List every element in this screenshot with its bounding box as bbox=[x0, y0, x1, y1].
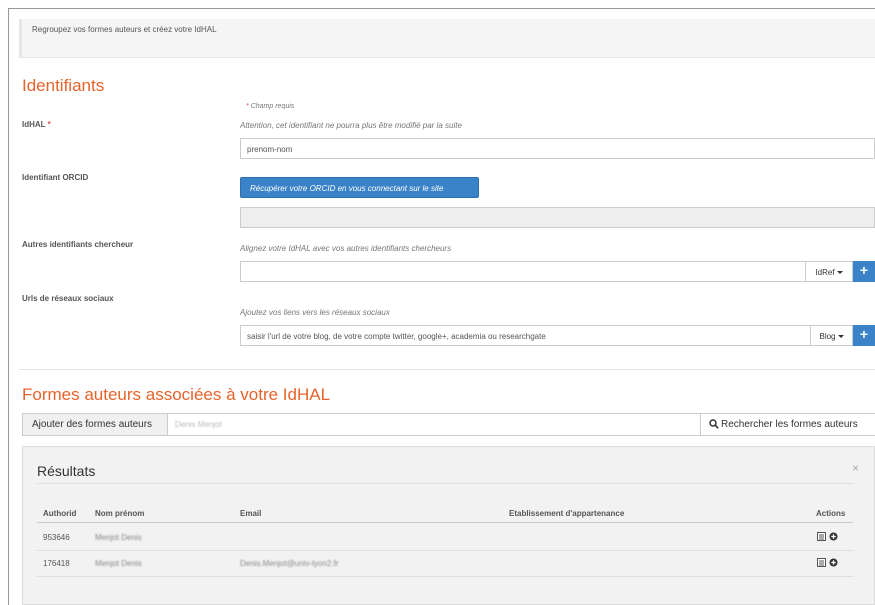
add-url-button[interactable]: + bbox=[853, 325, 875, 346]
add-circle-icon[interactable] bbox=[829, 558, 838, 567]
col-header-authorid: Authorid bbox=[43, 509, 77, 518]
autres-identifiants-input[interactable] bbox=[240, 261, 806, 282]
idhal-help: Attention, cet identifiant ne pourra plu… bbox=[240, 121, 462, 130]
cell-authorid: 953646 bbox=[43, 533, 70, 542]
idhal-input-value: prenom-nom bbox=[247, 145, 293, 154]
rechercher-formes-button[interactable]: Rechercher les formes auteurs bbox=[700, 413, 875, 436]
search-icon bbox=[709, 419, 719, 429]
divider bbox=[37, 576, 853, 577]
section-title-identifiants: Identifiants bbox=[22, 76, 105, 95]
idhal-label: IdHAL * bbox=[22, 120, 51, 129]
col-header-actions: Actions bbox=[816, 509, 846, 518]
section-title-formes-auteurs: Formes auteurs associées à votre IdHAL bbox=[22, 385, 331, 404]
cell-nom: Menjot Denis bbox=[95, 559, 142, 568]
cell-nom: Menjot Denis bbox=[95, 533, 142, 542]
divider bbox=[37, 522, 853, 523]
add-identifiant-button[interactable]: + bbox=[853, 261, 875, 282]
required-star: * bbox=[246, 103, 249, 110]
col-header-email: Email bbox=[240, 509, 262, 518]
ajouter-formes-label: Ajouter des formes auteurs bbox=[23, 414, 168, 435]
divider bbox=[19, 57, 875, 58]
autres-identifiants-label: Autres identifiants chercheur bbox=[22, 240, 134, 249]
col-header-nom: Nom prénom bbox=[95, 509, 145, 518]
orcid-label: Identifiant ORCID bbox=[22, 173, 89, 182]
caret-down-icon bbox=[836, 271, 843, 275]
list-icon[interactable] bbox=[817, 532, 826, 541]
intro-banner: Regroupez vos formes auteurs et créez vo… bbox=[19, 19, 875, 57]
results-title: Résultats bbox=[37, 463, 96, 479]
formes-search-input[interactable]: Denis Menjot bbox=[175, 420, 222, 429]
urls-reseaux-placeholder: saisir l'url de votre blog, de votre com… bbox=[247, 332, 546, 341]
close-icon[interactable]: × bbox=[852, 461, 859, 475]
urls-reseaux-help: Ajoutez vos liens vers les réseaux socia… bbox=[240, 308, 390, 317]
idref-dropdown[interactable]: IdRef bbox=[805, 261, 853, 282]
cell-authorid: 176418 bbox=[43, 559, 70, 568]
add-circle-icon[interactable] bbox=[829, 532, 838, 541]
row-actions bbox=[817, 558, 838, 569]
col-header-etablissement: Etablissement d'appartenance bbox=[509, 509, 625, 518]
divider bbox=[37, 483, 853, 484]
results-panel: Résultats × Authorid Nom prénom Email Et… bbox=[22, 446, 875, 605]
required-note: * Champ requis bbox=[246, 103, 295, 110]
caret-down-icon bbox=[837, 335, 844, 339]
cell-email: Denis.Menjot@univ-lyon2.fr bbox=[240, 559, 339, 568]
autres-identifiants-help: Alignez votre IdHAL avec vos autres iden… bbox=[240, 244, 452, 253]
divider bbox=[37, 550, 853, 551]
orcid-connect-button[interactable]: Récupérer votre ORCID en vous connectant… bbox=[240, 177, 479, 198]
urls-reseaux-input[interactable]: saisir l'url de votre blog, de votre com… bbox=[240, 325, 811, 346]
idhal-input[interactable]: prenom-nom bbox=[240, 138, 875, 159]
formes-auteurs-search-bar: Ajouter des formes auteurs Denis Menjot … bbox=[22, 413, 875, 436]
orcid-input bbox=[240, 207, 875, 228]
divider bbox=[19, 369, 875, 370]
blog-dropdown[interactable]: Blog bbox=[810, 325, 853, 346]
list-icon[interactable] bbox=[817, 558, 826, 567]
urls-reseaux-label: Urls de réseaux sociaux bbox=[22, 294, 114, 303]
intro-text: Regroupez vos formes auteurs et créez vo… bbox=[32, 25, 217, 34]
row-actions bbox=[817, 532, 838, 543]
